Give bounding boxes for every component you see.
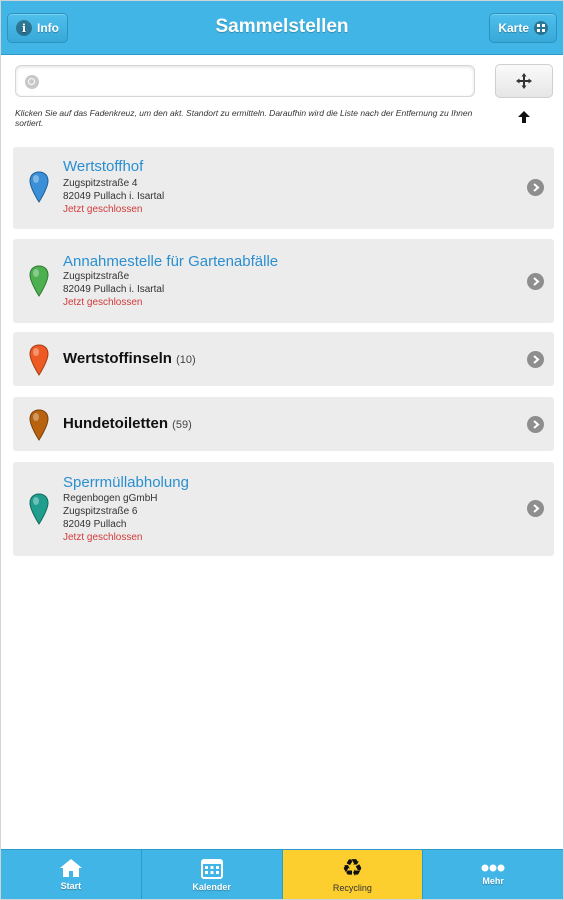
location-pin-icon (29, 493, 49, 525)
location-pin-icon (29, 344, 49, 376)
list-item-title-text: Hundetoiletten (63, 415, 168, 432)
list-item[interactable]: Wertstoffhof Zugspitzstraße 4 82049 Pull… (13, 147, 554, 229)
sort-up-arrow-icon[interactable] (514, 107, 534, 127)
tab-start[interactable]: Start (1, 850, 142, 899)
search-input[interactable] (44, 70, 464, 92)
list-item-address: Zugspitzstraße 6 (63, 506, 138, 517)
page-title: Sammelstellen (215, 16, 349, 37)
tab-kalender-label: Kalender (192, 881, 231, 892)
list-item-status: Jetzt geschlossen (63, 297, 143, 308)
list-item-title[interactable]: Sperrmüllabholung (63, 474, 189, 491)
list-item-title[interactable]: Wertstoffinseln (10) (63, 350, 196, 367)
tab-recycling-label: Recycling (332, 883, 372, 893)
karte-button-label: Karte (498, 21, 529, 35)
location-pin-icon (29, 171, 49, 203)
tab-mehr[interactable]: Mehr (423, 850, 563, 899)
list-item-title-text: Wertstoffinseln (63, 350, 172, 367)
calendar-icon (200, 858, 223, 879)
map-grid-icon (534, 21, 548, 35)
list-item[interactable]: Wertstoffinseln (10) (13, 332, 554, 386)
chevron-right-icon[interactable] (527, 416, 544, 433)
list-item-status: Jetzt geschlossen (63, 532, 143, 543)
locate-button[interactable] (495, 64, 553, 98)
list-item[interactable]: Sperrmüllabholung Regenbogen gGmbH Zugsp… (13, 462, 554, 556)
list-item-company: Regenbogen gGmbH (63, 493, 158, 504)
search-icon (25, 75, 39, 89)
location-pin-icon (29, 409, 49, 441)
karte-button[interactable]: Karte (489, 13, 557, 43)
tab-kalender[interactable]: Kalender (142, 850, 283, 899)
home-icon (59, 859, 82, 877)
list-item-title[interactable]: Annahmestelle für Gartenabfälle (63, 253, 278, 270)
list-item[interactable]: Annahmestelle für Gartenabfälle Zugspitz… (13, 239, 554, 323)
app-header: i Info Sammelstellen Karte (1, 1, 563, 55)
tab-mehr-label: Mehr (482, 876, 504, 886)
recycle-icon: ♻ (341, 854, 364, 882)
chevron-right-icon[interactable] (527, 273, 544, 290)
more-icon (481, 864, 505, 872)
chevron-right-icon[interactable] (527, 179, 544, 196)
tab-start-label: Start (60, 881, 82, 891)
list-item-city: 82049 Pullach i. Isartal (63, 191, 165, 202)
list-item-address: Zugspitzstraße 4 (63, 178, 138, 189)
list-item-status: Jetzt geschlossen (63, 204, 143, 215)
crosshair-icon (516, 73, 532, 89)
chevron-right-icon[interactable] (527, 351, 544, 368)
location-hint: Klicken Sie auf das Fadenkreuz, um den a… (15, 108, 473, 128)
arrow-up-icon (518, 111, 530, 123)
bottom-tab-bar: Start Kalender ♻ Recycling Mehr (1, 849, 563, 899)
list-item[interactable]: Hundetoiletten (59) (13, 397, 554, 451)
list-item-title[interactable]: Wertstoffhof (63, 158, 143, 175)
search-box[interactable] (15, 65, 475, 97)
list-item-count: (10) (176, 354, 196, 366)
tab-recycling[interactable]: ♻ Recycling (282, 850, 424, 899)
chevron-right-icon[interactable] (527, 500, 544, 517)
list-item-city: 82049 Pullach (63, 519, 127, 530)
list-item-title[interactable]: Hundetoiletten (59) (63, 415, 192, 432)
list-item-count: (59) (172, 419, 192, 431)
list-item-address: Zugspitzstraße (63, 271, 130, 282)
location-pin-icon (29, 265, 49, 297)
list-item-city: 82049 Pullach i. Isartal (63, 284, 165, 295)
